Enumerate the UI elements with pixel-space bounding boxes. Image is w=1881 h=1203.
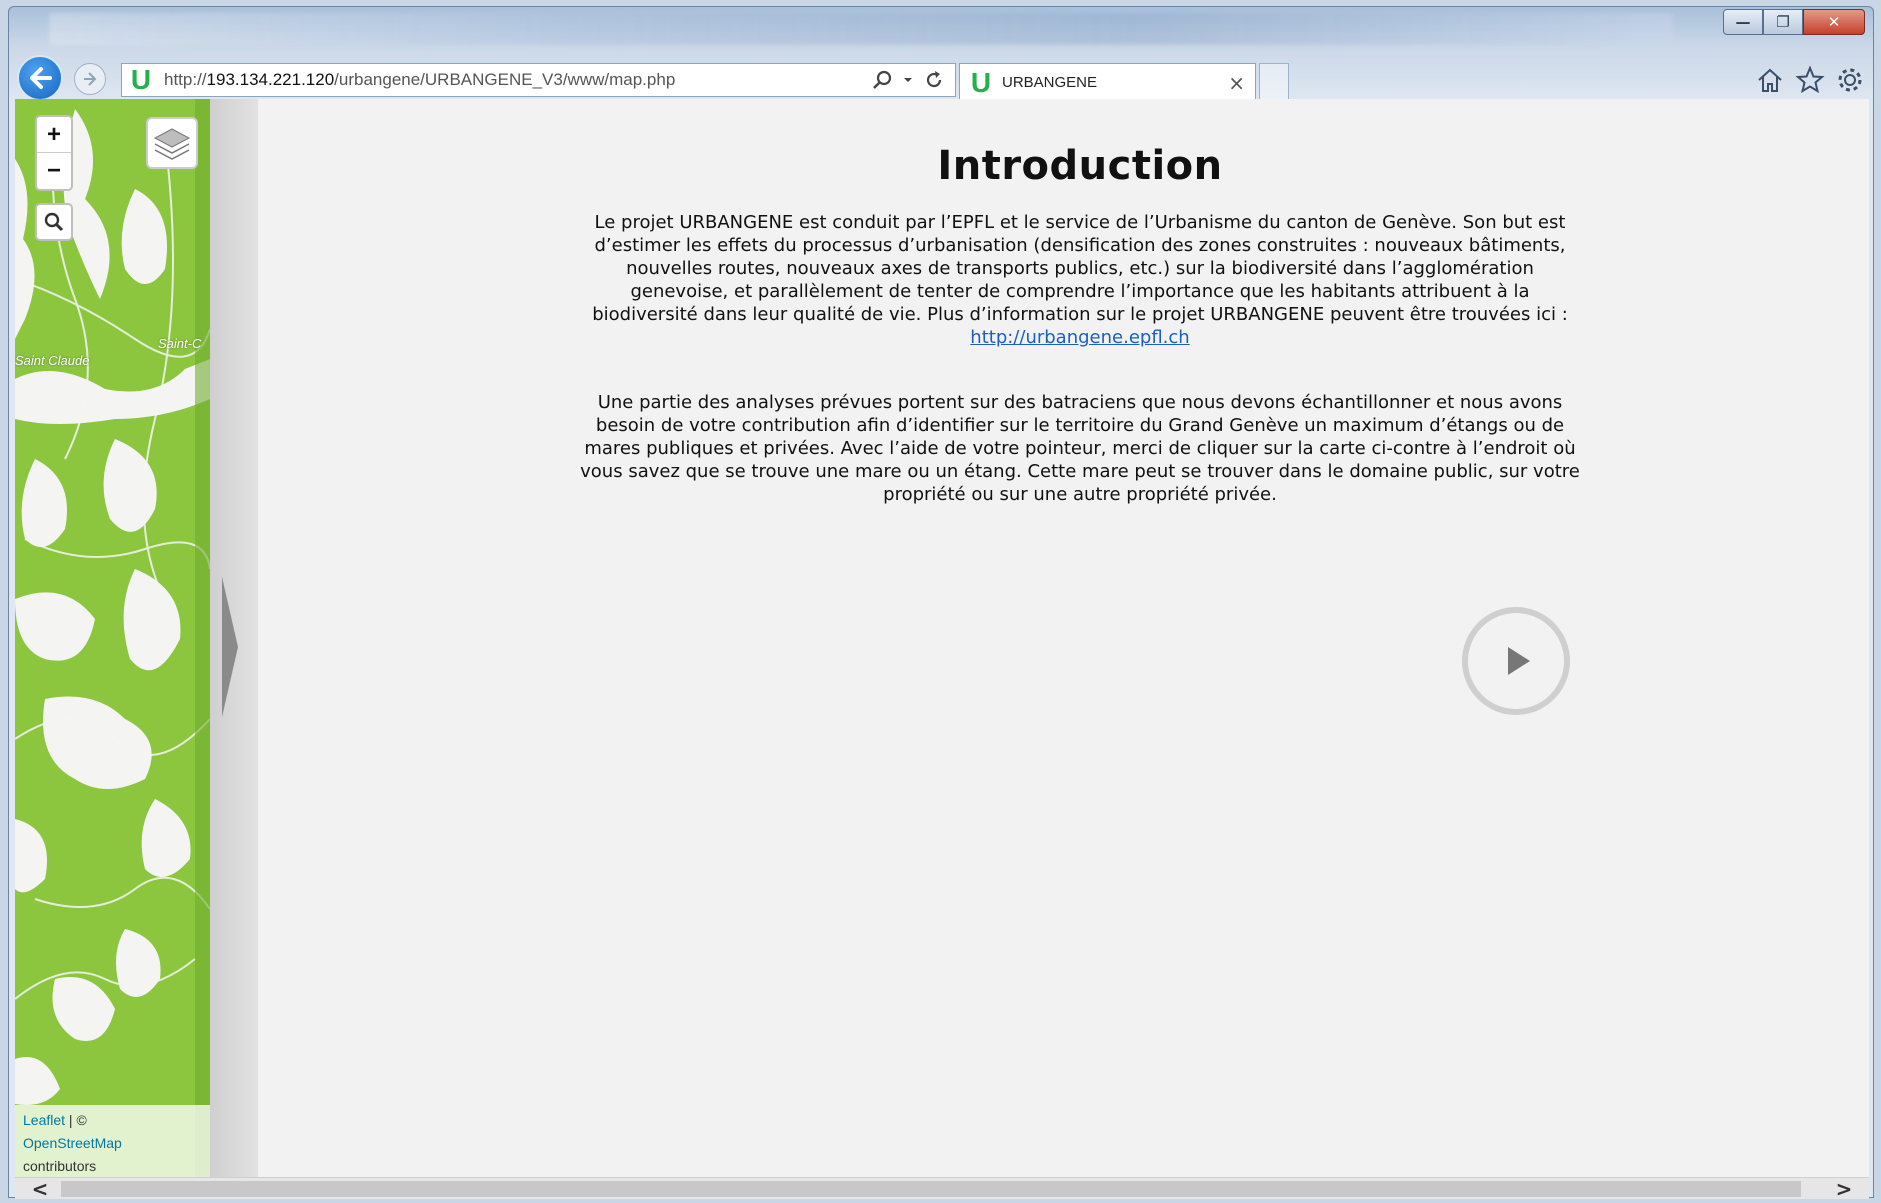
restore-button[interactable]: ❐ [1763,9,1803,35]
play-button[interactable] [1462,607,1570,715]
new-tab-button[interactable] [1259,63,1289,101]
scroll-left-button[interactable]: < [25,1177,55,1201]
map-search-button[interactable] [35,203,73,241]
tab-title: URBANGENE [1002,74,1098,91]
leaflet-link[interactable]: Leaflet [23,1112,65,1128]
zoom-control: + − [35,115,73,191]
attribution-contributors: contributors [23,1158,97,1174]
intro-paragraph: Le projet URBANGENE est conduit par l’EP… [575,211,1585,349]
titlebar [49,13,1673,45]
window-controls: — ❐ ✕ [1723,9,1865,35]
minimize-button[interactable]: — [1723,9,1763,35]
zoom-in-button[interactable]: + [37,117,71,153]
gear-icon[interactable] [1835,65,1865,95]
url-host: 193.134.221.120 [206,70,335,89]
map-attribution: Leaflet | © OpenStreetMap contributors [15,1105,210,1177]
tab-urbangene[interactable]: U URBANGENE × [959,63,1256,101]
map-place-label: Saint Claude [15,353,90,368]
openstreetmap-link[interactable]: OpenStreetMap [23,1135,122,1151]
url-text[interactable]: http://193.134.221.120/urbangene/URBANGE… [164,70,871,90]
layers-icon [153,128,191,160]
url-prefix: http:// [164,70,207,89]
map-panel[interactable]: Saint Claude Saint-C + − Leaflet | © Ope… [15,99,210,1177]
star-icon[interactable] [1795,65,1825,95]
url-path: /urbangene/URBANGENE_V3/www/map.php [334,70,676,89]
page-title: Introduction [937,143,1223,189]
intro-paragraph: Une partie des analyses prévues portent … [580,392,1580,505]
scrollbar-thumb[interactable] [61,1181,1801,1197]
search-icon[interactable] [871,69,893,91]
close-window-button[interactable]: ✕ [1803,9,1865,35]
home-icon[interactable] [1755,65,1785,95]
address-bar[interactable]: U http://193.134.221.120/urbangene/URBAN… [121,63,956,97]
map-place-label: Saint-C [158,336,202,351]
scroll-right-button[interactable]: > [1829,1177,1859,1201]
collapse-handle[interactable] [222,577,238,717]
browser-window: — ❐ ✕ U http://193.134.221.120/urbangene… [8,6,1874,1201]
project-link[interactable]: http://urbangene.epfl.ch [970,327,1189,348]
attribution-separator: | © [65,1112,87,1128]
tab-favicon-icon: U [970,66,992,98]
chevron-down-icon[interactable] [903,75,913,85]
arrow-right-icon [84,72,97,86]
intro-paragraph-text: Le projet URBANGENE est conduit par l’EP… [592,212,1568,325]
horizontal-scrollbar[interactable]: < > [15,1177,1869,1201]
navigation-bar: U http://193.134.221.120/urbangene/URBAN… [9,51,1873,101]
page-content: Saint Claude Saint-C + − Leaflet | © Ope… [15,99,1869,1177]
close-tab-icon[interactable]: × [1228,71,1245,95]
site-favicon-icon: U [130,64,152,95]
search-icon [44,212,64,232]
forward-button[interactable] [74,63,106,95]
zoom-out-button[interactable]: − [37,153,71,189]
layers-control[interactable] [146,117,198,169]
refresh-icon[interactable] [923,69,945,91]
back-button[interactable] [17,55,63,101]
map-tiles[interactable] [15,99,210,1177]
intro-section: Introduction Le projet URBANGENE est con… [575,143,1585,506]
toolbar-icons [1755,65,1865,95]
arrow-left-icon [30,67,52,89]
